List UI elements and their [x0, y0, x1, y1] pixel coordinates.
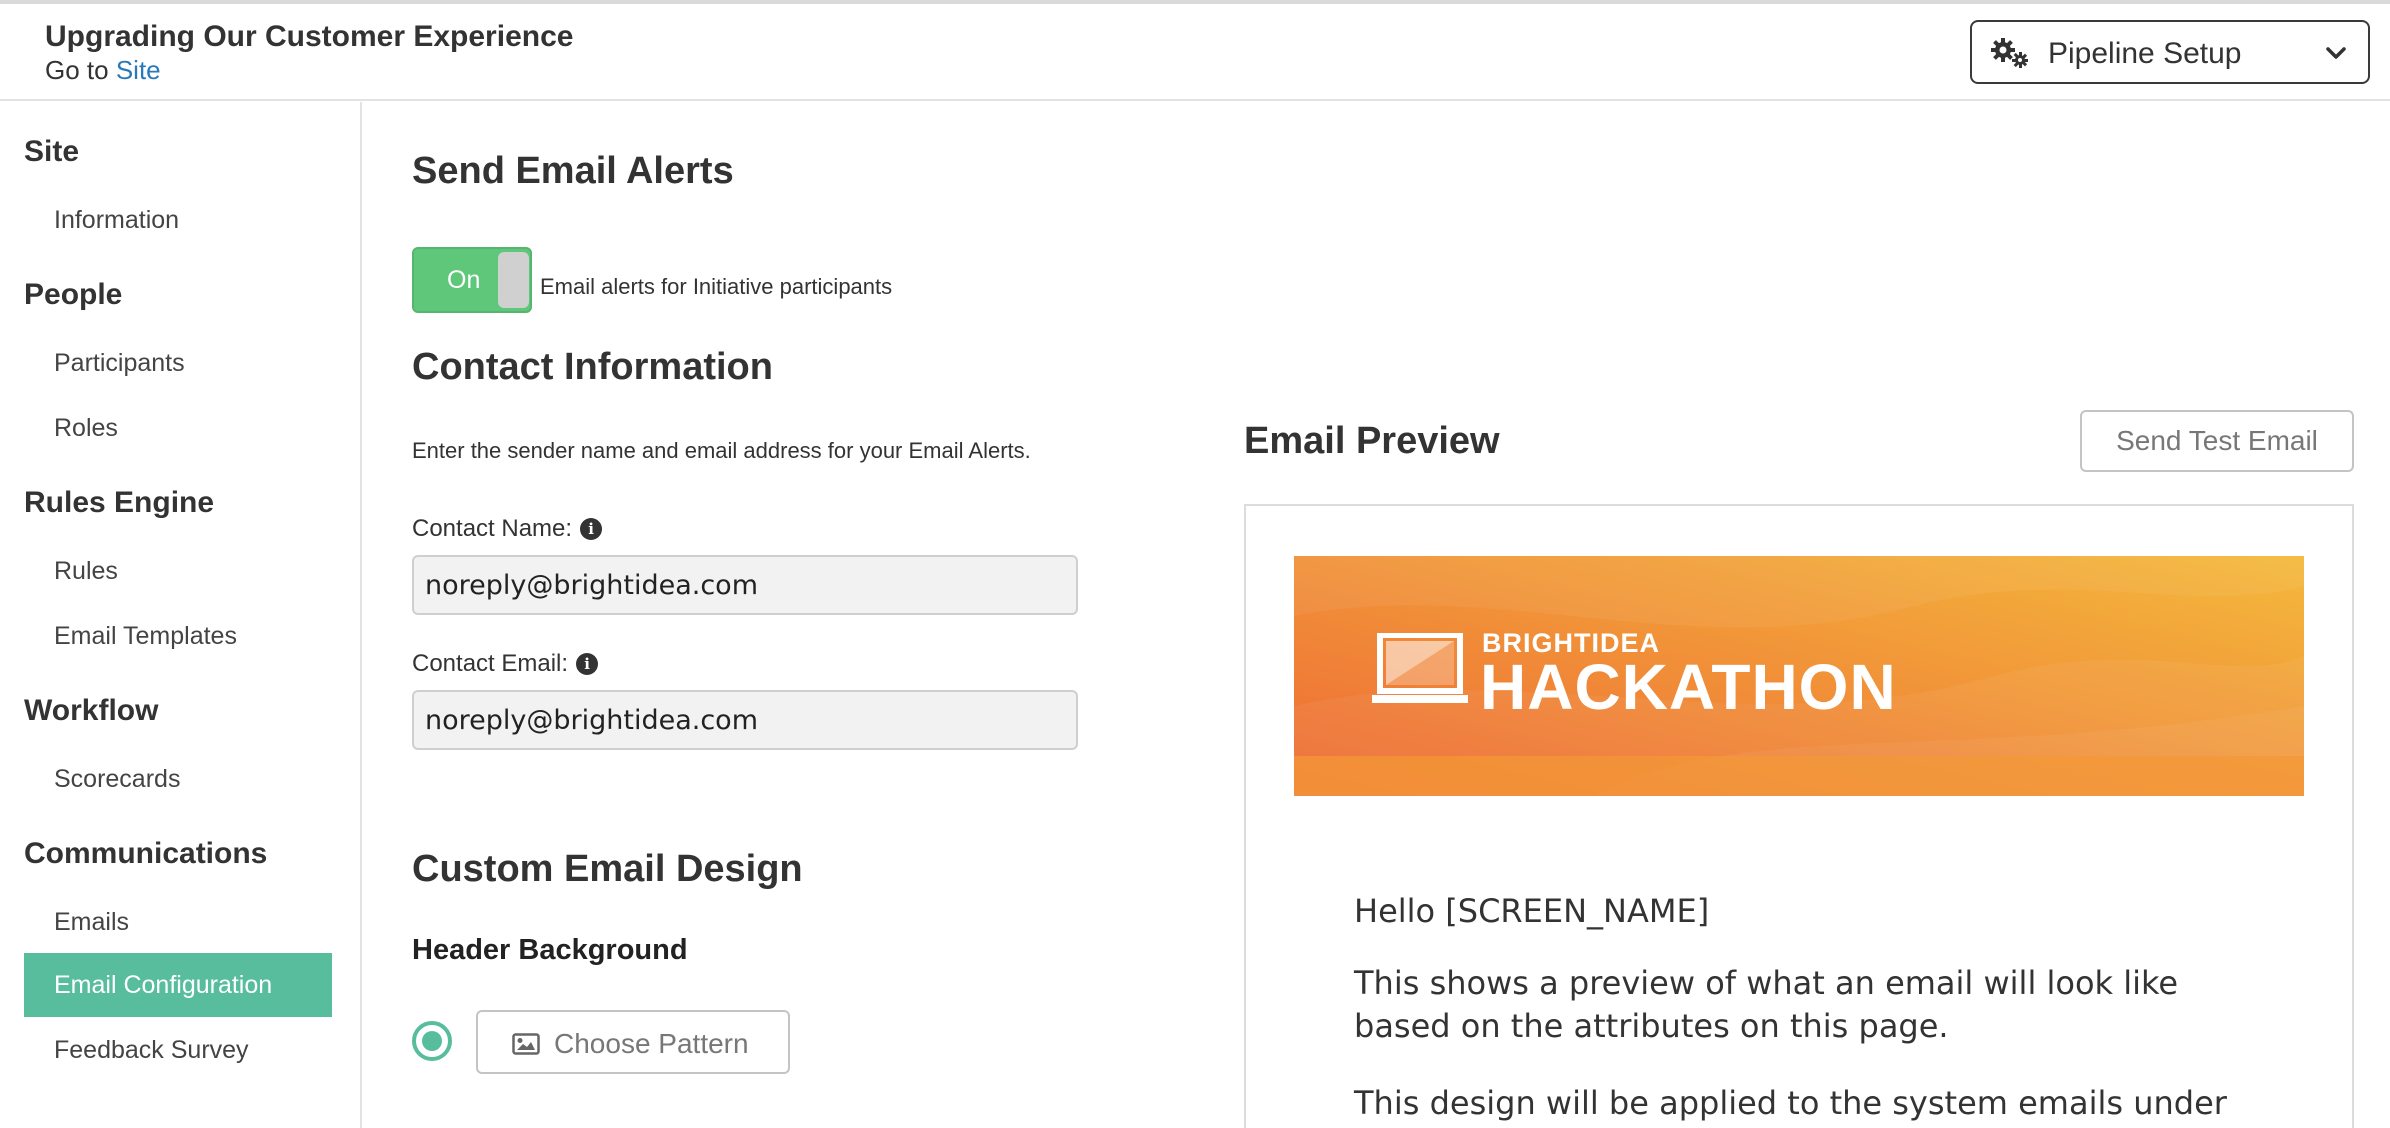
sidebar-item-information[interactable]: Information — [24, 188, 332, 252]
chevron-down-icon — [2326, 47, 2346, 59]
contact-information-title: Contact Information — [412, 346, 773, 388]
sidebar-heading-site: Site — [24, 135, 80, 168]
sidebar-heading-rules-engine: Rules Engine — [24, 486, 215, 519]
sidebar-item-feedback-survey[interactable]: Feedback Survey — [24, 1018, 332, 1082]
brand-big-text: HACKATHON — [1480, 651, 1897, 723]
toggle-knob — [498, 252, 529, 308]
image-icon — [512, 1033, 540, 1055]
contact-email-label: Contact Email: i — [412, 650, 599, 678]
sidebar-item-rules[interactable]: Rules — [24, 539, 332, 603]
goto-prefix: Go to — [45, 55, 109, 85]
email-alerts-toggle[interactable]: On — [412, 247, 532, 313]
goto-site: Go to Site — [45, 55, 161, 86]
pipeline-setup-label: Pipeline Setup — [2048, 37, 2242, 70]
sidebar-item-email-templates[interactable]: Email Templates — [24, 604, 332, 668]
email-header-banner: BRIGHTIDEA HACKATHON — [1294, 556, 2304, 796]
sidebar-heading-communications: Communications — [24, 837, 268, 870]
sidebar-item-roles[interactable]: Roles — [24, 396, 332, 460]
toggle-on-label: On — [447, 266, 481, 294]
custom-email-design-title: Custom Email Design — [412, 848, 803, 890]
header-bar: Upgrading Our Customer Experience Go to … — [0, 4, 2390, 101]
header-background-title: Header Background — [412, 934, 688, 966]
contact-name-label-text: Contact Name: — [412, 515, 573, 542]
choose-pattern-radio[interactable] — [412, 1021, 452, 1061]
send-test-email-button[interactable]: Send Test Email — [2080, 410, 2354, 472]
preview-paragraph-1: This shows a preview of what an email wi… — [1354, 964, 2179, 1045]
sidebar: Site Information People Participants Rol… — [0, 102, 362, 1128]
info-icon[interactable]: i — [580, 518, 603, 540]
contact-description: Enter the sender name and email address … — [412, 438, 1031, 463]
choose-pattern-button[interactable]: Choose Pattern — [476, 1010, 790, 1074]
contact-email-input[interactable] — [412, 690, 1078, 750]
contact-email-label-text: Contact Email: — [412, 650, 569, 677]
contact-name-label: Contact Name: i — [412, 515, 603, 543]
sidebar-heading-people: People — [24, 278, 123, 311]
gears-icon — [1991, 38, 2028, 68]
sidebar-item-participants[interactable]: Participants — [24, 331, 332, 395]
sidebar-item-email-configuration[interactable]: Email Configuration — [24, 953, 332, 1017]
send-email-alerts-title: Send Email Alerts — [412, 150, 734, 192]
sidebar-heading-workflow: Workflow — [24, 694, 159, 727]
contact-name-input[interactable] — [412, 555, 1078, 615]
pipeline-setup-dropdown[interactable]: Pipeline Setup — [1970, 20, 2370, 84]
laptop-icon — [1372, 633, 1468, 703]
site-title: Upgrading Our Customer Experience — [45, 20, 574, 53]
sidebar-item-emails[interactable]: Emails — [24, 890, 332, 954]
email-preview-title: Email Preview — [1244, 420, 1500, 462]
choose-pattern-label: Choose Pattern — [554, 1028, 749, 1059]
email-preview-frame: BRIGHTIDEA HACKATHON Hello [SCREEN_NAME]… — [1244, 504, 2354, 1128]
preview-paragraph-2: This design will be applied to the syste… — [1354, 1084, 2227, 1122]
sidebar-item-scorecards[interactable]: Scorecards — [24, 747, 332, 811]
email-alerts-description: Email alerts for Initiative participants — [540, 274, 893, 299]
site-link[interactable]: Site — [116, 55, 161, 85]
preview-greeting: Hello [SCREEN_NAME] — [1354, 892, 1710, 930]
info-icon[interactable]: i — [576, 653, 599, 675]
